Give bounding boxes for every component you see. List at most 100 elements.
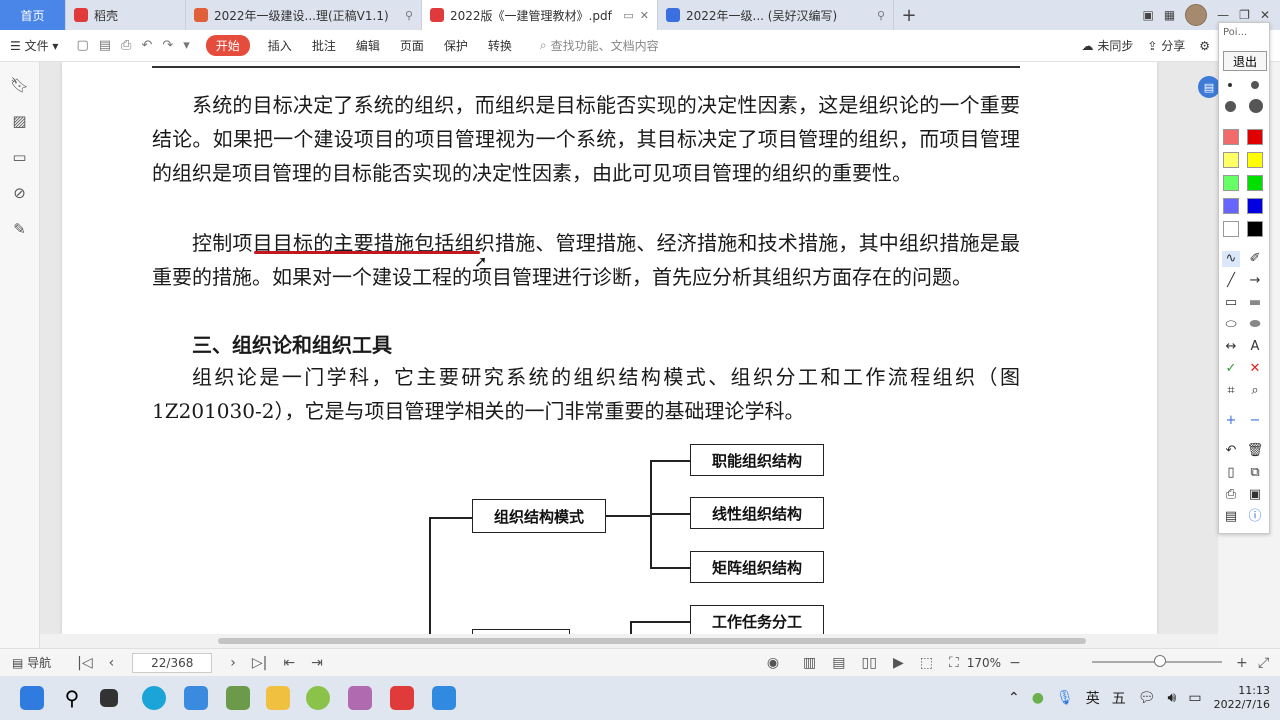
clock[interactable]: 11:13 2022/7/16 xyxy=(1214,684,1270,712)
red-underline-annotation[interactable] xyxy=(254,251,480,254)
exit-button[interactable]: 退出 xyxy=(1223,51,1267,71)
fit-page-icon[interactable]: ⛶ xyxy=(941,655,967,671)
horizontal-scrollbar[interactable] xyxy=(40,634,1218,648)
message-icon[interactable]: 💬︎ xyxy=(1138,690,1156,706)
attachment-icon[interactable]: ⊘ xyxy=(13,184,26,202)
image-icon[interactable]: ▨ xyxy=(12,112,26,130)
continuous-page-icon[interactable]: ▤ xyxy=(824,655,853,671)
minimize-icon[interactable]: — xyxy=(1217,8,1229,22)
task-view-icon[interactable] xyxy=(100,689,118,707)
window-icon[interactable]: ▭ xyxy=(623,9,633,22)
menu-annotate[interactable]: 批注 xyxy=(302,37,346,54)
wps-pdf-icon[interactable] xyxy=(432,686,456,710)
wps-icon[interactable] xyxy=(390,686,414,710)
restore-icon[interactable]: ❐ xyxy=(1239,8,1250,22)
windows-start-icon[interactable] xyxy=(20,686,44,710)
zoom-icon[interactable]: ⌕ xyxy=(1246,383,1264,399)
first-page-icon[interactable]: |◁ xyxy=(69,655,100,671)
play-icon[interactable]: ▶ xyxy=(885,655,912,671)
tab-pdf-active[interactable]: 2022版《一建管理教材》.pdf ▭ ✕ xyxy=(422,0,658,30)
undo-icon[interactable]: ↶ xyxy=(1222,443,1240,459)
input-language[interactable]: 英 xyxy=(1086,688,1100,708)
ellipse-tool-icon[interactable]: ⬭ xyxy=(1222,317,1240,333)
search-icon[interactable]: ⚲ xyxy=(60,686,84,710)
page-number-field[interactable]: 22/368 xyxy=(132,652,213,673)
avatar[interactable] xyxy=(1185,4,1208,26)
sync-button[interactable]: ☁ 未同步 xyxy=(1082,37,1134,54)
app-icon[interactable] xyxy=(348,686,372,710)
next-page-icon[interactable]: › xyxy=(222,655,244,671)
color-swatch[interactable] xyxy=(1247,152,1263,168)
last-page-icon[interactable]: ▷| xyxy=(244,655,275,671)
redo-icon[interactable]: ↷ xyxy=(162,38,173,53)
text-tool-icon[interactable]: A xyxy=(1246,339,1264,355)
color-swatch[interactable] xyxy=(1223,175,1239,191)
nav-button[interactable]: ▤ 导航 xyxy=(0,654,51,671)
zoom-level[interactable]: 170% xyxy=(967,656,1001,670)
print-icon[interactable]: ⎙ xyxy=(121,38,131,53)
add-icon[interactable]: + xyxy=(1222,413,1240,429)
undo-icon[interactable]: ↶ xyxy=(141,38,152,53)
save-icon[interactable]: ▣ xyxy=(1246,487,1264,503)
comment-icon[interactable]: ▭ xyxy=(12,148,26,166)
cross-icon[interactable]: ✕ xyxy=(1246,361,1264,377)
search-box[interactable]: ⌕ 查找功能、文档内容 xyxy=(540,37,659,54)
signature-icon[interactable]: ✎ xyxy=(13,220,26,238)
pen-size-s[interactable] xyxy=(1251,81,1259,89)
color-swatch[interactable] xyxy=(1247,175,1263,191)
file-menu[interactable]: ☰ 文件 ▾ xyxy=(0,37,68,54)
add-tab-button[interactable]: + xyxy=(894,0,924,30)
edge-icon[interactable] xyxy=(142,686,166,710)
screen-icon[interactable]: ▤ xyxy=(1222,509,1240,525)
info-icon[interactable]: ⓘ xyxy=(1246,509,1264,525)
tab-home[interactable]: 首页 xyxy=(0,0,66,30)
forward-icon[interactable]: ⇥ xyxy=(303,655,331,671)
freehand-pen-icon[interactable]: ∿ xyxy=(1222,251,1240,267)
share-button[interactable]: ⇪ 分享 xyxy=(1147,37,1185,54)
grid-icon[interactable]: ▦ xyxy=(1164,8,1175,22)
file-explorer-icon[interactable] xyxy=(266,686,290,710)
app-icon[interactable] xyxy=(226,686,250,710)
pen-size-xs[interactable] xyxy=(1228,83,1232,87)
color-swatch[interactable] xyxy=(1223,152,1239,168)
color-swatch[interactable] xyxy=(1247,198,1263,214)
arrow-tool-icon[interactable]: → xyxy=(1246,273,1264,289)
bookmark-icon[interactable]: 🔖︎ xyxy=(10,76,29,94)
pin-icon[interactable]: ⚲ xyxy=(405,9,413,22)
color-swatch[interactable] xyxy=(1223,129,1239,145)
input-method[interactable]: 五 xyxy=(1112,688,1126,708)
eye-care-icon[interactable]: ◉ xyxy=(759,655,787,671)
remove-icon[interactable]: − xyxy=(1246,413,1264,429)
close-icon[interactable]: ✕ xyxy=(640,9,649,22)
menu-edit[interactable]: 编辑 xyxy=(346,37,390,54)
tab-doc-2[interactable]: 2022年一级... (吴好汉编写) ⚲ xyxy=(658,0,894,30)
back-icon[interactable]: ⇤ xyxy=(275,655,303,671)
pen-size-l[interactable] xyxy=(1249,99,1263,113)
print-icon[interactable]: ⎙ xyxy=(1222,487,1240,503)
tray-app-icon[interactable]: ● xyxy=(1032,690,1044,706)
double-arrow-icon[interactable]: ↔ xyxy=(1222,339,1240,355)
menu-insert[interactable]: 插入 xyxy=(258,37,302,54)
color-swatch[interactable] xyxy=(1247,221,1263,237)
fit-width-icon[interactable]: ⬚ xyxy=(912,655,941,671)
assistant-icon[interactable]: ▤ xyxy=(1198,76,1220,98)
dropdown-icon[interactable]: ▾ xyxy=(183,38,190,53)
pen-size-m[interactable] xyxy=(1225,101,1236,112)
layout-icon[interactable]: ▣ xyxy=(1142,8,1153,22)
microphone-icon[interactable]: 🎙︎ xyxy=(1056,690,1074,706)
crop-icon[interactable]: ⌗ xyxy=(1222,383,1240,399)
highlighter-icon[interactable]: ✐ xyxy=(1246,251,1264,267)
menu-page[interactable]: 页面 xyxy=(390,37,434,54)
double-page-icon[interactable]: ▯▯ xyxy=(854,655,885,671)
zoom-out-icon[interactable]: − xyxy=(1001,655,1029,671)
volume-icon[interactable]: 🔊︎ xyxy=(1168,690,1177,706)
open-icon[interactable]: ▢ xyxy=(76,38,88,53)
close-window-icon[interactable]: ✕ xyxy=(1260,8,1270,22)
save-icon[interactable]: ▤ xyxy=(99,38,111,53)
fullscreen-icon[interactable]: ⤢ xyxy=(1250,655,1277,671)
zoom-slider-handle[interactable] xyxy=(1154,655,1166,667)
single-page-icon[interactable]: ▥ xyxy=(795,655,824,671)
color-swatch[interactable] xyxy=(1223,221,1239,237)
filled-ellipse-tool-icon[interactable]: ⬬ xyxy=(1246,317,1264,333)
menu-start[interactable]: 开始 xyxy=(205,35,250,56)
